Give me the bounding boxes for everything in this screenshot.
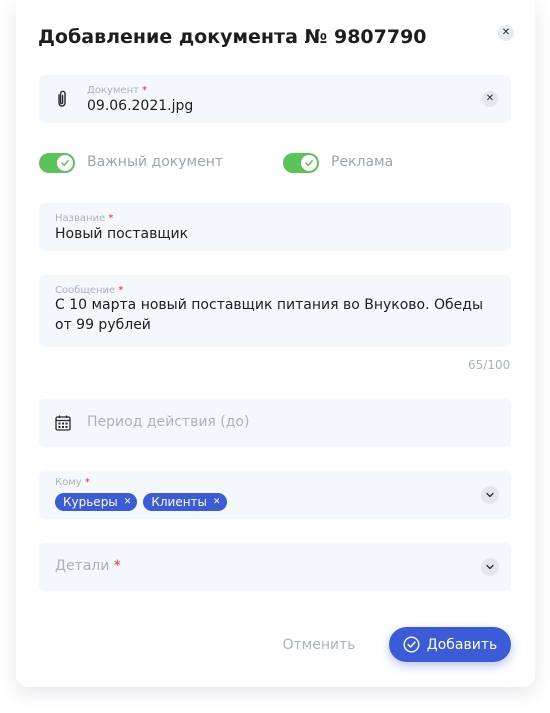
chip-remove-icon[interactable]: ✕ (213, 497, 221, 507)
add-button[interactable]: Добавить (389, 627, 511, 662)
recipient-chip[interactable]: Курьеры ✕ (55, 493, 138, 511)
message-field[interactable]: Сообщение * С 10 марта новый поставщик п… (39, 275, 511, 347)
important-document-label: Важный документ (87, 154, 224, 170)
cancel-button[interactable]: Отменить (274, 628, 364, 662)
chevron-down-icon[interactable] (481, 558, 499, 576)
name-field[interactable]: Название * Новый поставщик (39, 203, 511, 251)
clear-icon[interactable]: ✕ (482, 91, 498, 107)
paperclip-icon (55, 89, 69, 113)
chip-label: Курьеры (63, 495, 118, 509)
close-icon: ✕ (501, 27, 511, 38)
check-circle-icon (403, 636, 420, 653)
check-icon (57, 155, 73, 171)
important-document-toggle[interactable] (39, 153, 75, 173)
add-button-label: Добавить (426, 636, 498, 653)
document-label: Документ * (87, 85, 148, 96)
period-field[interactable]: Период действия (до) (39, 399, 511, 447)
chevron-down-icon[interactable] (481, 486, 499, 504)
check-icon (301, 155, 317, 171)
recipient-chip[interactable]: Клиенты ✕ (143, 493, 227, 511)
add-document-modal: Добавление документа № 9807790 ✕ Докумен… (16, 0, 535, 687)
calendar-icon (55, 415, 71, 435)
details-field[interactable]: Детали * (39, 543, 511, 591)
modal-title: Добавление документа № 9807790 (38, 26, 427, 48)
recipients-label: Кому * (55, 477, 90, 488)
name-value: Новый поставщик (55, 226, 189, 242)
document-field[interactable]: Документ * 09.06.2021.jpg ✕ (39, 75, 511, 123)
chip-remove-icon[interactable]: ✕ (124, 497, 132, 507)
period-placeholder: Период действия (до) (87, 414, 250, 430)
recipient-chips: Курьеры ✕ Клиенты ✕ (55, 493, 233, 511)
message-label: Сообщение * (55, 285, 124, 296)
document-value: 09.06.2021.jpg (87, 98, 194, 114)
advertising-label: Реклама (331, 154, 394, 170)
close-button[interactable]: ✕ (498, 25, 514, 41)
name-label: Название * (55, 213, 114, 224)
message-value-line-1: С 10 марта новый поставщик питания во Вн… (55, 297, 484, 313)
chip-label: Клиенты (151, 495, 208, 509)
character-counter: 65/100 (468, 358, 511, 372)
message-value-line-2: от 99 рублей (55, 317, 151, 333)
details-placeholder: Детали * (55, 558, 121, 574)
advertising-toggle[interactable] (283, 153, 319, 173)
recipients-field[interactable]: Кому * Курьеры ✕ Клиенты ✕ (39, 471, 511, 519)
